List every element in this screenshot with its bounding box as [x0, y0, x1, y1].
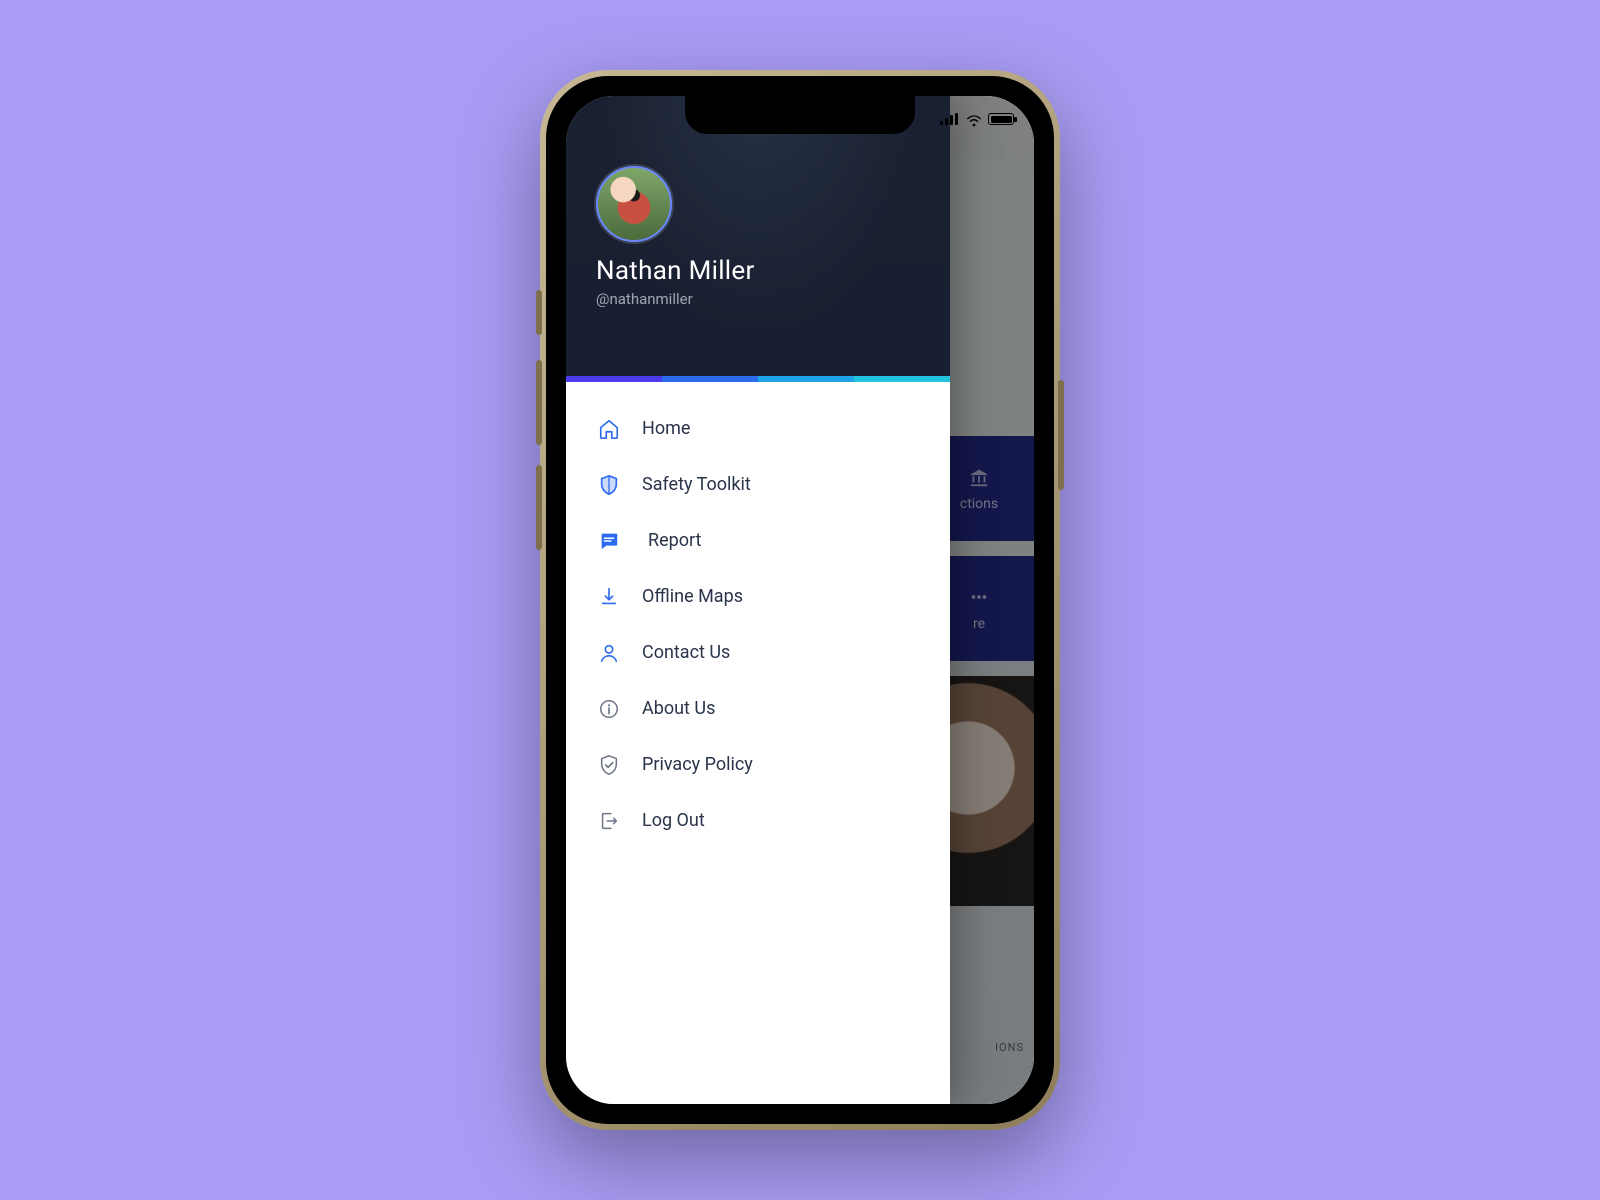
menu-item-offline-maps[interactable]: Offline Maps [594, 572, 922, 622]
menu-item-about-us[interactable]: About Us [594, 684, 922, 734]
battery-icon [988, 113, 1014, 125]
shield-check-icon [598, 754, 620, 776]
home-icon [598, 418, 620, 440]
menu-item-label: Safety Toolkit [642, 476, 751, 494]
download-icon [598, 586, 620, 608]
status-bar [940, 110, 1014, 128]
signal-icon [940, 113, 960, 125]
menu-item-label: Report [648, 532, 701, 550]
menu-item-contact-us[interactable]: Contact Us [594, 628, 922, 678]
menu-item-label: Log Out [642, 812, 705, 830]
menu-item-privacy-policy[interactable]: Privacy Policy [594, 740, 922, 790]
menu-item-label: About Us [642, 700, 715, 718]
chat-icon [598, 530, 620, 552]
phone-volume-down [536, 465, 542, 550]
menu-item-safety-toolkit[interactable]: Safety Toolkit [594, 460, 922, 510]
menu-item-home[interactable]: Home [594, 404, 922, 454]
menu-item-label: Home [642, 420, 690, 438]
avatar[interactable] [596, 166, 672, 242]
menu-list: Home Safety Toolkit Report [566, 382, 950, 1104]
menu-item-log-out[interactable]: Log Out [594, 796, 922, 846]
phone-notch [685, 96, 915, 134]
phone-mute-switch [536, 290, 542, 335]
phone-volume-up [536, 360, 542, 445]
user-handle: @nathanmiller [596, 290, 920, 308]
phone-bezel: ctions re IONS Nathan Miller @nathanmill… [546, 76, 1054, 1124]
person-icon [598, 642, 620, 664]
user-name: Nathan Miller [596, 256, 920, 286]
phone-frame: ctions re IONS Nathan Miller @nathanmill… [540, 70, 1060, 1130]
drawer-header[interactable]: Nathan Miller @nathanmiller [566, 96, 950, 376]
navigation-drawer: Nathan Miller @nathanmiller Home [566, 96, 950, 1104]
menu-item-label: Offline Maps [642, 588, 743, 606]
menu-item-label: Contact Us [642, 644, 730, 662]
screen: ctions re IONS Nathan Miller @nathanmill… [566, 96, 1034, 1104]
menu-item-label: Privacy Policy [642, 756, 753, 774]
phone-power-button [1058, 380, 1064, 490]
menu-item-report[interactable]: Report [594, 516, 922, 566]
info-icon [598, 698, 620, 720]
logout-icon [598, 810, 620, 832]
shield-icon [598, 474, 620, 496]
wifi-icon [966, 113, 982, 125]
